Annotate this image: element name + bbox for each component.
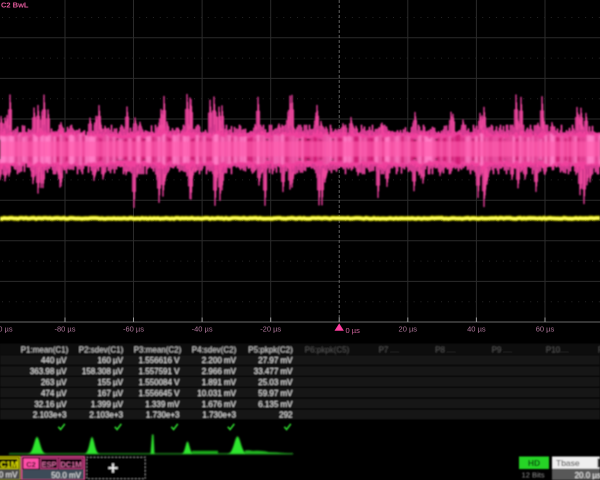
svg-text:-40 µs: -40 µs [192, 325, 213, 334]
svg-text:20.0 µs: 20.0 µs [575, 471, 600, 480]
svg-text:2.103e+3: 2.103e+3 [33, 411, 67, 420]
svg-text:-60 µs: -60 µs [123, 325, 144, 334]
svg-text:363.98 µV: 363.98 µV [30, 367, 67, 376]
svg-text:2.103e+3: 2.103e+3 [89, 411, 123, 420]
svg-text:155 µV: 155 µV [97, 378, 123, 387]
svg-text:27.97 mV: 27.97 mV [258, 356, 293, 365]
svg-text:1.556645 V: 1.556645 V [139, 389, 181, 398]
svg-text:1.557591 V: 1.557591 V [139, 367, 181, 376]
svg-text:-100 µs: -100 µs [0, 325, 13, 334]
svg-text:Tbase: Tbase [556, 458, 580, 468]
svg-text:P3:mean(C2): P3:mean(C2) [134, 346, 182, 355]
svg-text:HD: HD [528, 458, 540, 468]
svg-text:292: 292 [279, 411, 293, 420]
svg-text:ESP: ESP [41, 460, 56, 469]
svg-text:59.97 mV: 59.97 mV [258, 389, 293, 398]
svg-text:0 mV: 0 mV [0, 471, 18, 480]
svg-text:C2: C2 [26, 460, 36, 469]
svg-text:P4:sdev(C2): P4:sdev(C2) [192, 346, 237, 355]
svg-text:1.556616 V: 1.556616 V [139, 356, 181, 365]
svg-text:....: .... [503, 346, 512, 355]
svg-text:50.0 mV: 50.0 mV [51, 471, 81, 480]
svg-text:....: .... [447, 346, 456, 355]
svg-text:474 µV: 474 µV [41, 389, 67, 398]
svg-text:....: .... [560, 346, 569, 355]
svg-text:....: .... [390, 346, 399, 355]
svg-text:C1M: C1M [0, 459, 18, 469]
svg-text:P6:pkpk(C5): P6:pkpk(C5) [305, 346, 350, 355]
svg-text:32.16 µV: 32.16 µV [34, 400, 67, 409]
svg-text:40 µs: 40 µs [467, 325, 486, 334]
svg-text:1.676 mV: 1.676 mV [202, 400, 237, 409]
svg-text:2.200 mV: 2.200 mV [202, 356, 237, 365]
svg-text:P9: P9 [492, 346, 502, 355]
svg-text:10.031 mV: 10.031 mV [197, 389, 236, 398]
svg-text:P8: P8 [435, 346, 445, 355]
svg-text:12 Bits: 12 Bits [522, 471, 545, 480]
svg-text:DC1M: DC1M [60, 460, 81, 469]
svg-text:1.550084 V: 1.550084 V [139, 378, 181, 387]
svg-text:P2:sdev(C1): P2:sdev(C1) [79, 346, 124, 355]
svg-text:1.399 µV: 1.399 µV [91, 400, 124, 409]
svg-text:1.339 mV: 1.339 mV [145, 400, 180, 409]
svg-text:P7: P7 [379, 346, 389, 355]
svg-text:158.308 µV: 158.308 µV [82, 367, 124, 376]
svg-text:6.135 mV: 6.135 mV [258, 400, 293, 409]
svg-text:P1:mean(C1): P1:mean(C1) [21, 346, 69, 355]
svg-text:263 µV: 263 µV [41, 378, 67, 387]
svg-text:-80 µs: -80 µs [55, 325, 76, 334]
svg-text:P10: P10 [546, 346, 561, 355]
svg-text:160 µV: 160 µV [97, 356, 123, 365]
svg-text:1.730e+3: 1.730e+3 [202, 411, 236, 420]
svg-text:20 µs: 20 µs [399, 325, 418, 334]
svg-text:33.477 mV: 33.477 mV [254, 367, 293, 376]
svg-text:60 µs: 60 µs [536, 325, 555, 334]
svg-text:-20 µs: -20 µs [260, 325, 281, 334]
svg-text:P5:pkpk(C2): P5:pkpk(C2) [248, 346, 293, 355]
svg-text:C2 BwL: C2 BwL [1, 1, 29, 10]
svg-text:1.730e+3: 1.730e+3 [146, 411, 180, 420]
svg-text:440 µV: 440 µV [41, 356, 67, 365]
svg-text:25.03 mV: 25.03 mV [258, 378, 293, 387]
svg-text:2.966 mV: 2.966 mV [202, 367, 237, 376]
svg-text:1.891 mV: 1.891 mV [202, 378, 237, 387]
svg-text:0 µs: 0 µs [346, 326, 361, 335]
svg-text:167 µV: 167 µV [97, 389, 123, 398]
